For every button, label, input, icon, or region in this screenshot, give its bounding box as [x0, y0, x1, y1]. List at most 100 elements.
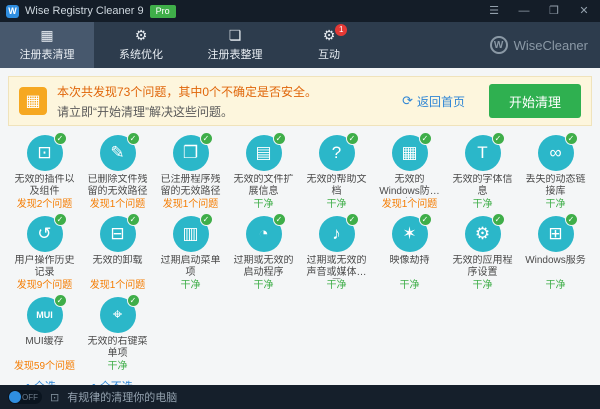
maximize-button[interactable]: ❐ — [542, 0, 566, 22]
brand: W WiseCleaner — [490, 22, 600, 68]
app-logo-icon: W — [6, 5, 19, 18]
scan-item-label: 过期或无效的启动程序 — [229, 255, 298, 279]
startup-clock-icon: ◔ ✓ — [246, 216, 282, 252]
schedule-toggle[interactable]: OFF — [8, 390, 42, 404]
scan-item[interactable]: ✶ ✓ 映像劫持 干净 — [373, 213, 446, 292]
file-lines-icon: ▤ ✓ — [246, 135, 282, 171]
status-bar: OFF ⊡ 有规律的清理你的电脑 — [0, 385, 600, 409]
check-icon: ✓ — [127, 294, 140, 307]
back-home-link[interactable]: ⟳ 返回首页 — [402, 93, 465, 110]
back-home-label: 返回首页 — [417, 93, 465, 110]
check-icon: ✓ — [54, 132, 67, 145]
scan-item-status: 干净 — [254, 280, 274, 292]
toggle-state-label: OFF — [22, 393, 38, 402]
scan-item-label: 无效的插件以及组件 — [10, 174, 79, 198]
check-icon: ✓ — [565, 132, 578, 145]
scan-item[interactable]: ◔ ✓ 过期或无效的启动程序 干净 — [227, 213, 300, 292]
gear-icon: ⚙ — [135, 28, 148, 43]
scan-item-label: 无效的帮助文档 — [302, 174, 371, 198]
tab-system-tuneup[interactable]: ⚙ 系统优化 — [94, 22, 188, 68]
titlebar: W Wise Registry Cleaner 9 Pro ☰ — ❐ ✕ — [0, 0, 600, 22]
scan-item-status: 发现2个问题 — [17, 199, 73, 211]
scan-item-label: MUI缓存 — [10, 336, 79, 360]
issues-found-line: 本次共发现73个问题，其中0个不确定是否安全。 — [57, 83, 392, 100]
scan-item[interactable]: ↺ ✓ 用户操作历史记录 发现9个问题 — [8, 213, 81, 292]
scan-item[interactable]: ⊟ ✓ 无效的卸载 发现1个问题 — [81, 213, 154, 292]
scan-item[interactable]: ❐ ✓ 已注册程序残留的无效路径 发现1个问题 — [154, 132, 227, 211]
scan-item[interactable]: T ✓ 无效的字体信息 干净 — [446, 132, 519, 211]
scan-item[interactable]: ⊡ ✓ 无效的插件以及组件 发现2个问题 — [8, 132, 81, 211]
tab-registry-defrag[interactable]: ❏ 注册表整理 — [188, 22, 282, 68]
firewall-icon: ▦ ✓ — [392, 135, 428, 171]
document-pencil-icon: ✎ ✓ — [100, 135, 136, 171]
bug-icon: ✶ ✓ — [392, 216, 428, 252]
tab-registry-cleanup[interactable]: ▦ 注册表清理 — [0, 22, 94, 68]
scan-summary-banner: ▦ 本次共发现73个问题，其中0个不确定是否安全。 请立即“开始清理”解决这些问… — [8, 76, 592, 126]
scan-item-status: 发现1个问题 — [90, 199, 146, 211]
start-cleanup-button[interactable]: 开始清理 — [489, 84, 581, 118]
wisecleaner-logo-icon: W — [490, 36, 508, 54]
scan-item[interactable]: ✎ ✓ 已删除文件残留的无效路径 发现1个问题 — [81, 132, 154, 211]
scan-item-status: 干净 — [473, 280, 493, 292]
check-icon: ✓ — [54, 294, 67, 307]
brand-text: WiseCleaner — [514, 38, 588, 53]
scan-item[interactable]: ⊞ ✓ Windows服务 干净 — [519, 213, 592, 292]
check-icon: ✓ — [200, 213, 213, 226]
app-window: W Wise Registry Cleaner 9 Pro ☰ — ❐ ✕ ▦ … — [0, 0, 600, 409]
scan-item-label: 用户操作历史记录 — [10, 255, 79, 279]
refresh-icon: ⟳ — [402, 93, 413, 109]
scan-summary-text: 本次共发现73个问题，其中0个不确定是否安全。 请立即“开始清理”解决这些问题。 — [57, 83, 392, 120]
tab-community[interactable]: ⚙ 1 互动 — [282, 22, 376, 68]
window-title: Wise Registry Cleaner 9 — [25, 5, 144, 17]
scan-item[interactable]: MUI ✓ MUI缓存 发现59个问题 — [8, 294, 81, 373]
scan-item-status: 干净 — [546, 199, 566, 211]
scan-item-label: 无效的文件扩展信息 — [229, 174, 298, 198]
scan-item[interactable]: ▥ ✓ 过期启动菜单项 干净 — [154, 213, 227, 292]
app-settings-icon: ⚙ ✓ — [465, 216, 501, 252]
scan-item-label: 过期启动菜单项 — [156, 255, 225, 279]
scan-item[interactable]: ∞ ✓ 丢失的动态链接库 干净 — [519, 132, 592, 211]
scan-item[interactable]: ? ✓ 无效的帮助文档 干净 — [300, 132, 373, 211]
nav-bar: ▦ 注册表清理 ⚙ 系统优化 ❏ 注册表整理 ⚙ 1 互动 W WiseClea… — [0, 22, 600, 68]
check-icon: ✓ — [127, 132, 140, 145]
scan-item[interactable]: ♪ ✓ 过期或无效的声音或媒体设置 干净 — [300, 213, 373, 292]
action-hint-line: 请立即“开始清理”解决这些问题。 — [57, 103, 392, 120]
monitor-icon: ⊡ — [50, 391, 59, 404]
select-all-label: 全选 — [34, 378, 56, 385]
selection-links: • 全选 • 全不选 — [0, 373, 600, 385]
scan-item-status: 发现1个问题 — [90, 280, 146, 292]
check-icon: ✓ — [346, 132, 359, 145]
issues-grid-icon: ▦ — [19, 87, 47, 115]
scan-item[interactable]: ⌖ ✓ 无效的右键菜单项 干净 — [81, 294, 154, 373]
pro-badge: Pro — [150, 5, 176, 18]
scan-item[interactable]: ▤ ✓ 无效的文件扩展信息 干净 — [227, 132, 300, 211]
scan-item-label: 已删除文件残留的无效路径 — [83, 174, 152, 198]
scan-item-status: 干净 — [546, 280, 566, 292]
close-button[interactable]: ✕ — [572, 0, 596, 22]
nav-tabs-list: ▦ 注册表清理 ⚙ 系统优化 ❏ 注册表整理 ⚙ 1 互动 — [0, 22, 376, 68]
scan-item-status: 干净 — [327, 280, 347, 292]
scan-item-label: 无效的卸载 — [83, 255, 152, 279]
check-icon: ✓ — [54, 213, 67, 226]
scan-item-label: 过期或无效的声音或媒体设置 — [302, 255, 371, 279]
scan-item-status: 干净 — [400, 280, 420, 292]
scan-items-grid: ⊡ ✓ 无效的插件以及组件 发现2个问题 ✎ ✓ 已删除文件残留的无效路径 发现… — [0, 128, 600, 373]
gears-icon: ⚙ 1 — [323, 28, 336, 43]
font-icon: T ✓ — [465, 135, 501, 171]
select-all-link[interactable]: • 全选 — [26, 378, 56, 385]
scan-item[interactable]: ▦ ✓ 无效的Windows防火墙 发现1个问题 — [373, 132, 446, 211]
menu-icon[interactable]: ☰ — [482, 0, 506, 22]
toggle-knob-icon — [9, 391, 21, 403]
check-icon: ✓ — [346, 213, 359, 226]
registry-table-icon: ▦ — [40, 28, 53, 43]
speaker-icon: ♪ ✓ — [319, 216, 355, 252]
scan-item[interactable]: ⚙ ✓ 无效的应用程序设置 干净 — [446, 213, 519, 292]
scan-item-label: 丢失的动态链接库 — [521, 174, 590, 198]
check-icon: ✓ — [492, 213, 505, 226]
minimize-button[interactable]: — — [512, 0, 536, 22]
scan-item-status: 发现9个问题 — [17, 280, 73, 292]
check-icon: ✓ — [419, 213, 432, 226]
scan-item-status: 发现1个问题 — [382, 199, 438, 211]
start-menu-icon: ▥ ✓ — [173, 216, 209, 252]
select-none-link[interactable]: • 全不选 — [92, 378, 133, 385]
